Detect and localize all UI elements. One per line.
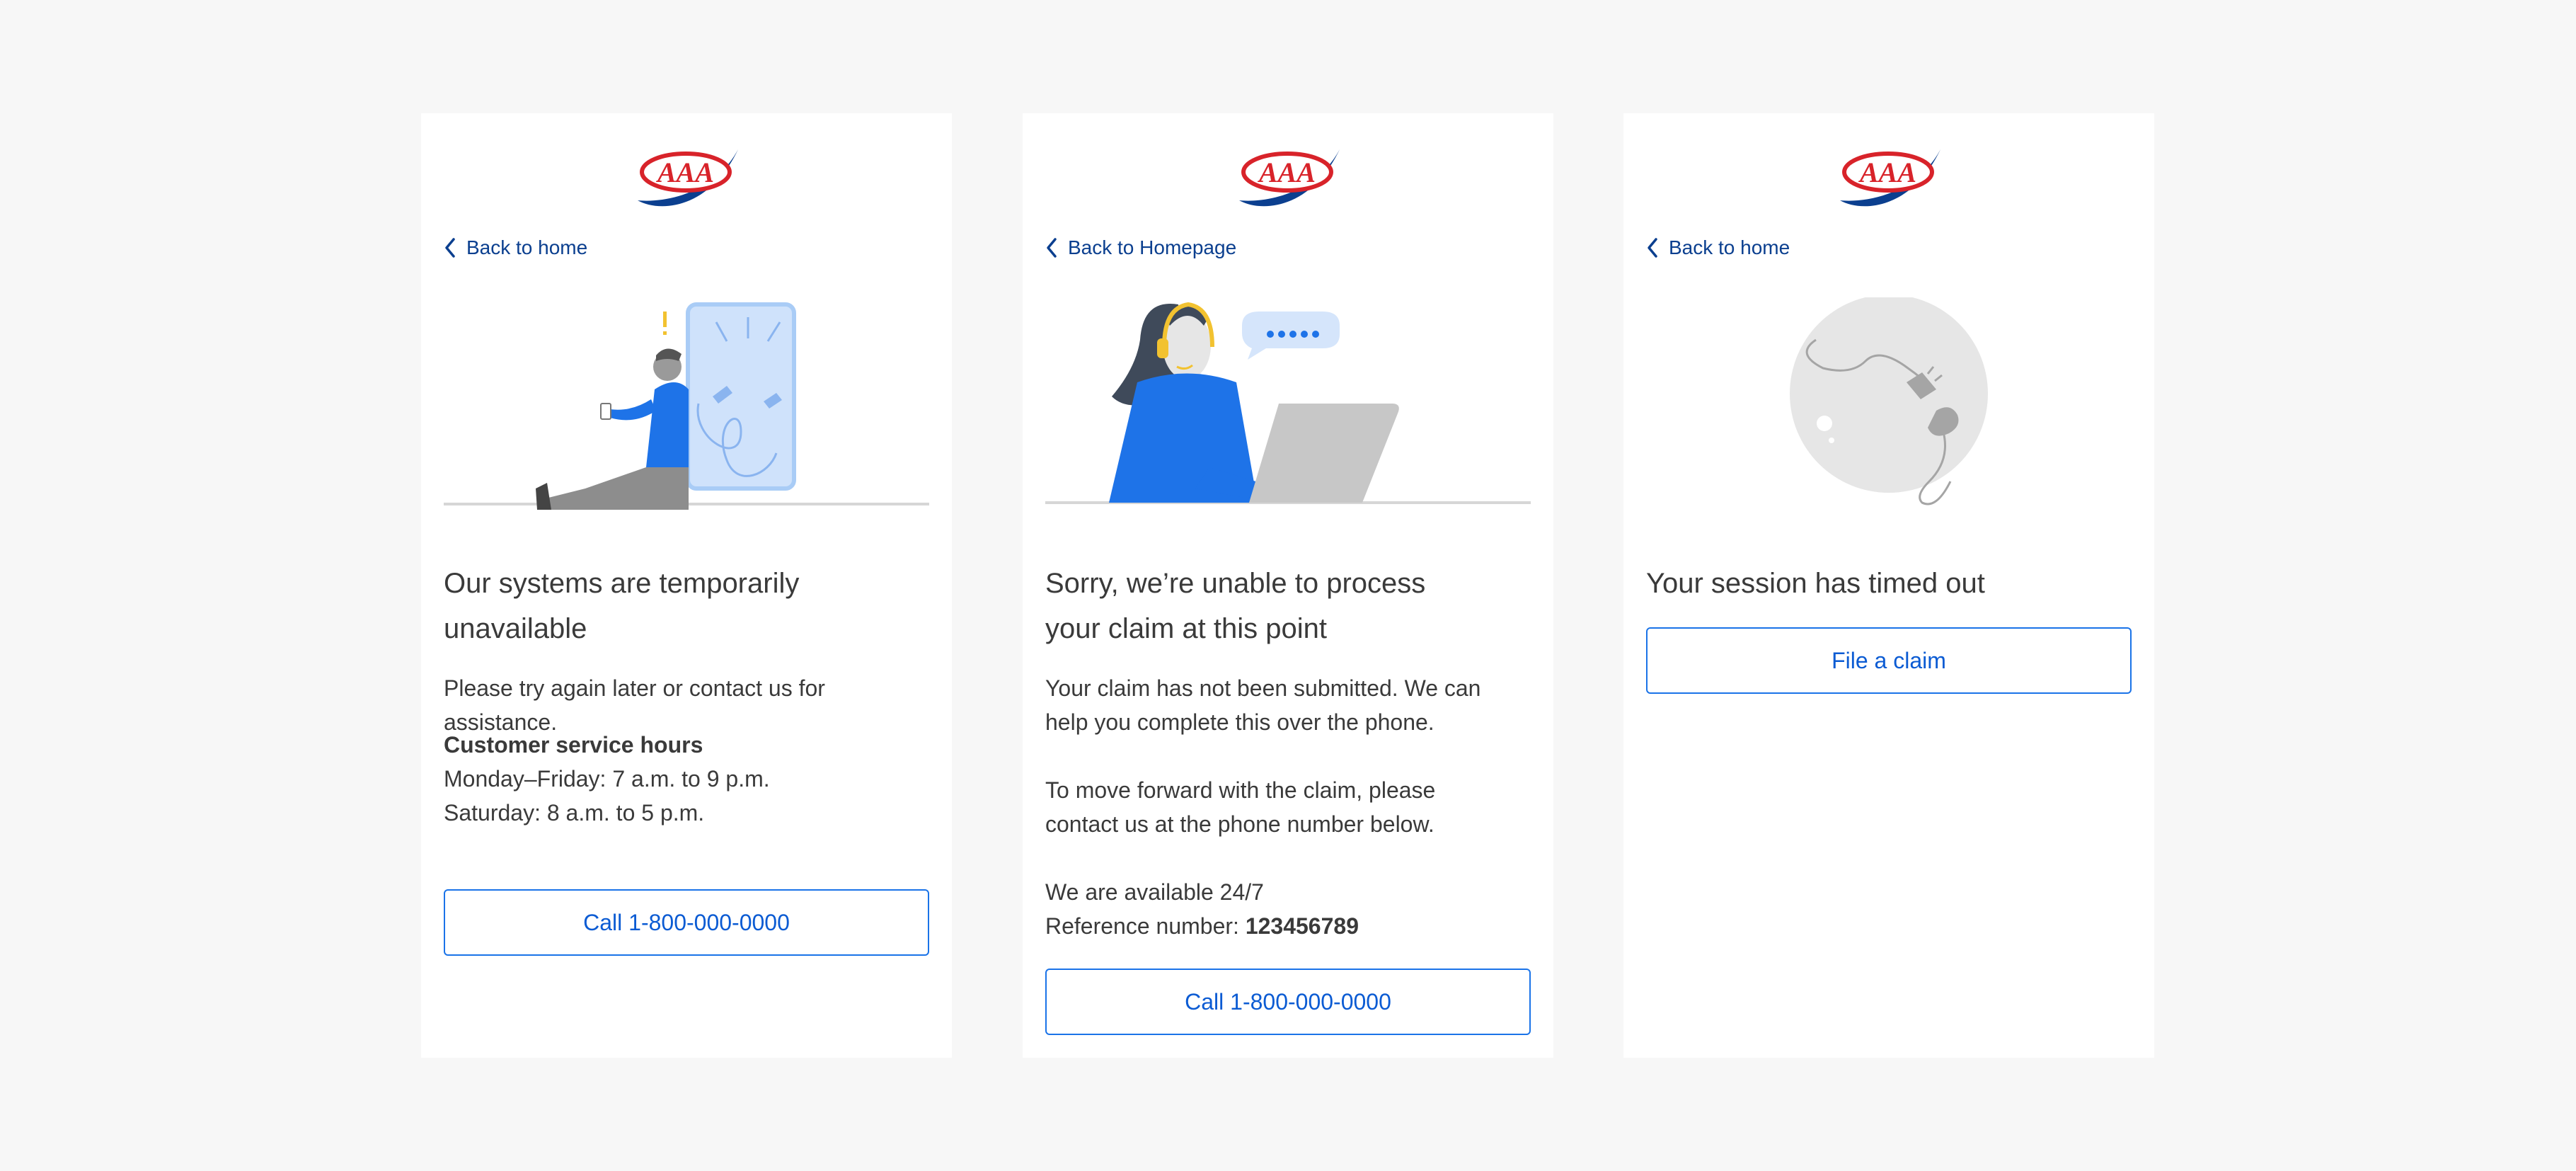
page-title: Sorry, we’re unable to process your clai… [1045,568,1426,644]
chevron-left-icon [1047,238,1057,258]
reference-number: 123456789 [1245,913,1359,939]
file-claim-button[interactable]: File a claim [1646,627,2132,694]
logo-text: AAA [1858,156,1916,188]
aaa-logo: AAA [638,149,738,207]
error-card-session-timeout: AAA Back to home Your session has timed … [1623,113,2154,1058]
logo-text: AAA [655,156,714,188]
support-agent-illustration [1045,302,1531,504]
hours-saturday: Saturday: 8 a.m. to 5 p.m. [444,800,705,826]
page-title: Your session has timed out [1646,568,1985,599]
error-card-systems-unavailable: AAA Back to home Our systems are tempora… [421,113,952,1058]
availability-text: We are available 24/7 [1045,879,1264,905]
page-title: Our systems are temporarily unavailable [444,568,800,644]
aaa-logo: AAA [1239,149,1340,207]
chevron-left-icon [1648,238,1657,258]
reference-label: Reference number: [1045,913,1246,939]
reference-line: Reference number: 123456789 [1045,909,1498,943]
back-link-label: Back to home [466,236,588,258]
back-link[interactable]: Back to home [444,236,587,259]
call-button[interactable]: Call 1-800-000-0000 [1045,969,1531,1035]
call-button[interactable]: Call 1-800-000-0000 [444,889,929,956]
unplugged-server-illustration [444,302,929,510]
back-link[interactable]: Back to home [1646,236,1790,259]
hours-weekday: Monday–Friday: 7 a.m. to 9 p.m. [444,766,770,792]
hours-heading: Customer service hours [444,732,703,758]
back-link-label: Back to Homepage [1068,236,1237,258]
aaa-logo: AAA [1840,149,1940,207]
message-text: Your claim has not been submitted. We ca… [1045,675,1481,735]
back-link-label: Back to home [1669,236,1790,258]
disconnected-plug-illustration [1790,297,1988,505]
back-link[interactable]: Back to Homepage [1045,236,1236,259]
chevron-left-icon [445,238,455,258]
instruction-text: To move forward with the claim, please c… [1045,777,1436,837]
error-card-claim-not-processed: AAA Back to Homepage Sorry, we’re unable… [1023,113,1553,1058]
logo-text: AAA [1257,156,1316,188]
